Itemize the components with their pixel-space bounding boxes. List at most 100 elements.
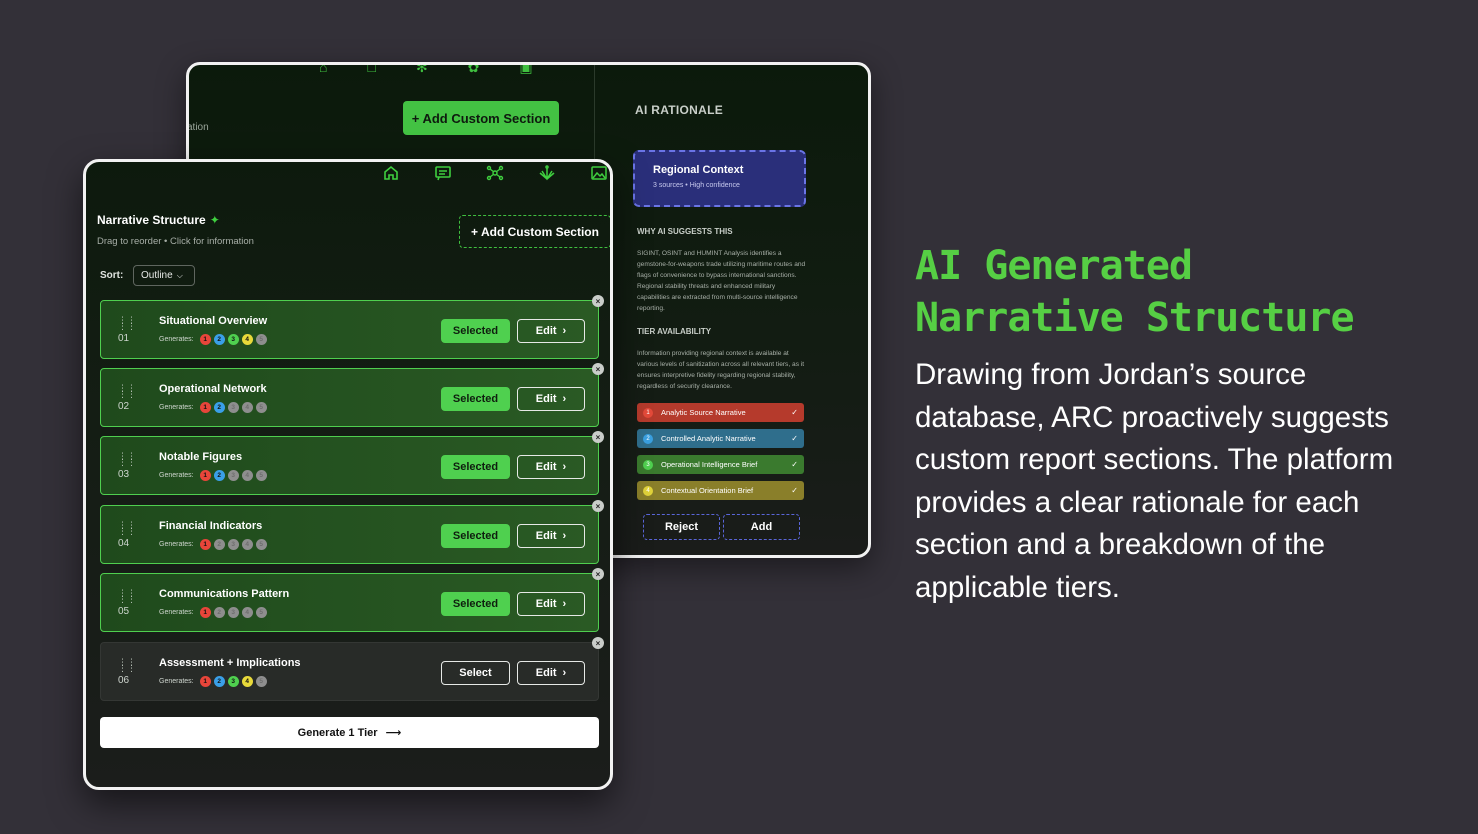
sort-value: Outline	[141, 270, 173, 281]
home-icon[interactable]	[382, 164, 400, 182]
tier-dot: 4	[241, 676, 253, 687]
sort-select[interactable]: Outline ⌵	[133, 265, 195, 286]
edit-button[interactable]: Edit ›	[517, 387, 585, 411]
regional-context-card[interactable]: Regional Context 3 sources • High confid…	[633, 150, 806, 207]
why-title: WHY AI SUGGESTS THIS	[637, 227, 733, 236]
section-title: Situational Overview	[159, 315, 268, 327]
generates-row: Generates: 1 2 3 4 5	[159, 402, 267, 413]
section-number: 02	[118, 401, 130, 412]
network-icon[interactable]: ✻	[416, 65, 428, 76]
section-title: Communications Pattern	[159, 588, 290, 600]
tier-label: Contextual Orientation Brief	[661, 486, 754, 495]
generate-label: Generate 1 Tier	[297, 726, 378, 739]
close-icon[interactable]: ×	[592, 637, 604, 649]
tier-row[interactable]: 4 Contextual Orientation Brief ✓	[637, 481, 804, 500]
tier-dot: 1	[199, 470, 211, 481]
check-icon: ✓	[791, 460, 798, 469]
add-custom-section-button[interactable]: + Add Custom Section	[459, 215, 610, 248]
tier-dot: 2	[213, 470, 225, 481]
edit-label: Edit	[535, 667, 557, 679]
tier-dot: 5	[255, 539, 267, 550]
tier-dot: 5	[255, 676, 267, 687]
tier-dot: 5	[255, 607, 267, 618]
tier-row[interactable]: 1 Analytic Source Narrative ✓	[637, 403, 804, 422]
tier-dot: 1	[199, 676, 211, 687]
tier-row[interactable]: 3 Operational Intelligence Brief ✓	[637, 455, 804, 474]
image-icon[interactable]: ▣	[519, 65, 532, 76]
headline-line: AI Generated	[915, 243, 1193, 289]
tier-number: 4	[643, 485, 653, 496]
edit-button[interactable]: Edit ›	[517, 661, 585, 685]
home-icon[interactable]: ⌂	[319, 65, 327, 76]
generates-label: Generates:	[159, 404, 194, 411]
drag-handle-icon[interactable]: ⋮⋮ ⋮⋮	[118, 589, 136, 604]
section-card[interactable]: ⋮⋮ ⋮⋮ 02 Operational Network Generates: 1 2 3 4 5…	[100, 363, 604, 427]
generates-label: Generates:	[159, 609, 194, 616]
chat-icon[interactable]: □	[367, 65, 375, 76]
close-icon[interactable]: ×	[592, 295, 604, 307]
drag-handle-icon[interactable]: ⋮⋮ ⋮⋮	[118, 658, 136, 673]
section-card[interactable]: ⋮⋮ ⋮⋮ 03 Notable Figures Generates: 1 2 3 4 5 Sele…	[100, 431, 604, 495]
tier-dot: 5	[255, 470, 267, 481]
tier-dot: 4	[241, 402, 253, 413]
edit-label: Edit	[535, 461, 557, 473]
drag-handle-icon[interactable]: ⋮⋮ ⋮⋮	[118, 521, 136, 536]
sparkle-icon[interactable]	[538, 164, 556, 182]
generate-button[interactable]: Generate 1 Tier ⟶	[100, 717, 599, 748]
select-button[interactable]: Select	[441, 661, 510, 685]
back-nav-icons: ⌂ □ ✻ ✿ ▣	[319, 65, 533, 76]
select-button[interactable]: Selected	[441, 387, 510, 411]
select-button[interactable]: Selected	[441, 455, 510, 479]
generates-row: Generates: 1 2 3 4 5	[159, 607, 267, 618]
section-title: Operational Network	[159, 383, 267, 395]
tier-availability-body: Information providing regional context i…	[637, 350, 805, 390]
select-button[interactable]: Selected	[441, 524, 510, 548]
generates-row: Generates: 1 2 3 4 5	[159, 470, 267, 481]
chevron-right-icon: ›	[562, 393, 567, 405]
tier-dot: 1	[199, 539, 211, 550]
chat-icon[interactable]	[434, 164, 452, 182]
tier-dot: 3	[227, 470, 239, 481]
drag-handle-icon[interactable]: ⋮⋮ ⋮⋮	[118, 384, 136, 399]
drag-handle-icon[interactable]: ⋮⋮ ⋮⋮	[118, 452, 136, 467]
chevron-right-icon: ›	[562, 598, 567, 610]
section-card[interactable]: ⋮⋮ ⋮⋮ 04 Financial Indicators Generates: 1 2 3 4…	[100, 500, 604, 564]
section-card[interactable]: ⋮⋮ ⋮⋮ 05 Communications Pattern Generates: 1 2…	[100, 568, 604, 632]
close-icon[interactable]: ×	[592, 568, 604, 580]
edit-button[interactable]: Edit ›	[517, 319, 585, 343]
tier-dot: 3	[227, 402, 239, 413]
select-button[interactable]: Selected	[441, 592, 510, 616]
generates-row: Generates: 1 2 3 4 5	[159, 539, 267, 550]
ai-rationale-sidebar: AI RATIONALE Regional Context 3 sources …	[595, 65, 868, 555]
edit-button[interactable]: Edit ›	[517, 524, 585, 548]
tier-dot: 3	[227, 539, 239, 550]
close-icon[interactable]: ×	[592, 431, 604, 443]
section-card[interactable]: ⋮⋮ ⋮⋮ 06 Assessment + Implications Generates…	[100, 637, 604, 701]
edit-button[interactable]: Edit ›	[517, 592, 585, 616]
chevron-down-icon: ⌵	[176, 270, 183, 280]
tier-number: 1	[643, 407, 653, 418]
partial-label: ation	[187, 122, 209, 133]
narrative-structure-panel: Narrative Structure ✦ Drag to reorder • C…	[83, 159, 613, 790]
tier-row[interactable]: 2 Controlled Analytic Narrative ✓	[637, 429, 804, 448]
close-icon[interactable]: ×	[592, 363, 604, 375]
close-icon[interactable]: ×	[592, 500, 604, 512]
tier-dot: 1	[199, 607, 211, 618]
nav-icons	[382, 164, 608, 182]
arrow-right-icon: ⟶	[385, 727, 402, 739]
edit-button[interactable]: Edit ›	[517, 455, 585, 479]
tier-dot: 1	[199, 402, 211, 413]
generates-label: Generates:	[159, 472, 194, 479]
section-card[interactable]: ⋮⋮ ⋮⋮ 01 Situational Overview Generates: 1 2 3 4…	[100, 295, 604, 359]
page-subtitle: Drag to reorder • Click for information	[97, 236, 254, 247]
drag-handle-icon[interactable]: ⋮⋮ ⋮⋮	[118, 316, 136, 331]
network-icon[interactable]	[486, 164, 504, 182]
select-button[interactable]: Selected	[441, 319, 510, 343]
image-icon[interactable]	[590, 164, 608, 182]
sparkle-icon[interactable]: ✿	[468, 65, 480, 76]
reject-button[interactable]: Reject	[643, 514, 720, 540]
tier-number: 2	[643, 433, 653, 444]
generates-label: Generates:	[159, 678, 194, 685]
add-button[interactable]: Add	[723, 514, 800, 540]
add-custom-section-button[interactable]: + Add Custom Section	[403, 101, 559, 135]
